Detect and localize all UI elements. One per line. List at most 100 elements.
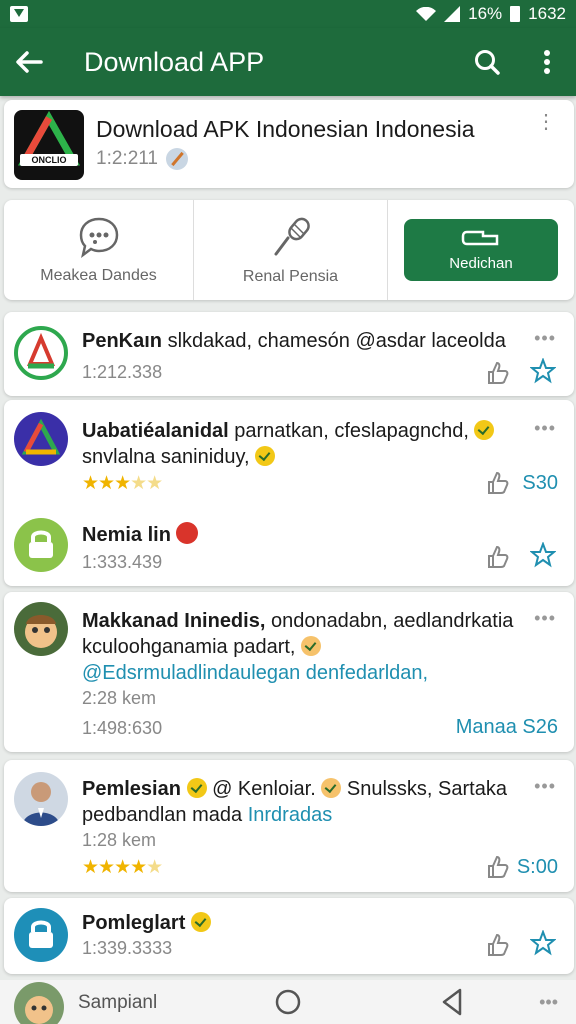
overflow-menu-button[interactable] [532,47,562,77]
avatar-logo-icon [26,332,56,369]
verified-badge-icon [255,446,276,466]
rating-stars: ★★★★★ [82,857,163,878]
app-bar: Download APP [0,28,576,96]
post-text: Makkanad Ininedis, ondonadabn, aedlandrk… [82,608,526,686]
post-count: Manaa S26 [455,716,558,738]
post-more-button[interactable]: ••• [534,776,556,797]
clock: 1632 [528,4,566,23]
thumb-icon[interactable] [484,854,510,880]
wifi-icon [416,7,437,21]
post-body-line2: snvlalna saniniduy, [82,446,250,468]
post-body: @ Kenloiar. [206,778,316,800]
chat-bubble-icon [79,217,118,259]
list-item[interactable]: Pomleglart 1:339.3333 [4,898,574,974]
emoji-icon [165,148,188,170]
post-text: Uabatiéalanidal parnatkan, cfeslapagnchd… [82,418,504,470]
more-vert-icon [544,50,550,74]
thumb-icon[interactable] [484,544,510,570]
back-triangle-icon[interactable] [440,987,464,1017]
avatar [14,518,68,572]
nedichan-button-label: Nedichan [449,254,513,272]
post-text: Pemlesian @ Kenloiar. Snulssks, Sartaka … [82,776,526,828]
page-title: Download APP [84,46,265,77]
post-title: PenKaın [82,330,163,352]
back-button[interactable] [14,47,44,77]
battery-icon [510,6,521,22]
post-time: 2:28 kem [82,688,157,708]
post-more-button[interactable]: ••• [534,418,556,439]
verified-badge-icon [190,912,211,932]
lock-icon [29,920,53,948]
post-link[interactable]: Inrdradas [248,804,333,826]
rating-stars: ★★★★★ [82,473,163,494]
thumb-icon[interactable] [484,470,510,496]
list-item[interactable]: Uabatiéalanidal parnatkan, cfeslapagnchd… [4,400,574,586]
verified-badge-icon [474,420,495,440]
app-logo: ONCLIO [14,110,84,180]
search-icon [475,50,500,75]
action-row: Meakea Dandes Renal Pensia Nedichan [4,200,574,300]
emoji-icon [301,636,322,656]
home-circle-icon[interactable] [274,988,302,1016]
avatar [14,602,68,656]
avatar [14,772,68,826]
thumb-icon[interactable] [484,360,510,386]
avatar [14,982,64,1024]
post-more-button[interactable]: ••• [539,992,558,1013]
battery-percent: 16% [468,4,503,23]
red-badge-icon [176,522,199,544]
action-renal[interactable]: Renal Pensia [194,200,388,300]
post-link[interactable]: @Edsrmuladlindaulegan denfedarldan, [82,662,428,684]
post-more-button[interactable]: ••• [534,608,556,629]
avatar-logo-icon [21,418,61,455]
post-time: 1:333.439 [82,552,163,572]
post-time: 1:339.3333 [82,938,173,958]
list-item[interactable]: Pemlesian @ Kenloiar. Snulssks, Sartaka … [4,760,574,892]
nedichan-button[interactable]: Nedichan [404,219,558,281]
app-meta: 1:2:211 [96,148,158,169]
arrow-left-icon [16,51,43,73]
action-renal-label: Renal Pensia [242,268,339,285]
app-card[interactable]: ONCLIO Download APK Indonesian Indonesia… [4,100,574,188]
post-more-button[interactable]: ••• [534,328,556,349]
star-icon[interactable] [530,542,556,568]
notification-icon [10,6,28,22]
avatar [14,412,68,466]
star-icon[interactable] [530,358,556,384]
post-time: 1:28 kem [82,830,157,850]
signal-icon [444,6,461,22]
cartoon-face-icon [25,996,53,1024]
logo-text: ONCLIO [20,154,78,166]
thumb-icon[interactable] [484,932,510,958]
post-text: Pomleglart [82,910,526,936]
verified-badge-icon [186,778,207,798]
post-time: 1:498:630 [82,718,163,738]
post-title: Uabatiéalanidal [82,420,229,442]
app-name: Download APK Indonesian Indonesia [96,116,475,142]
lock-icon [29,530,53,558]
star-icon[interactable] [530,930,556,956]
navigation-bar: Sampianl ••• [0,980,576,1024]
app-more-button[interactable]: ⋮ [536,112,556,132]
post-title: Makkanad Ininedis, [82,610,266,632]
post-title: Pomleglart [82,912,186,934]
pill-shape-icon [461,230,499,245]
post-count: S:00 [516,856,558,878]
emoji-icon [321,778,342,798]
action-nedichan-container: Nedichan [388,200,574,300]
post-title: Pemlesian [82,778,181,800]
microphone-icon [274,217,310,256]
avatar [14,908,68,962]
action-meakea[interactable]: Meakea Dandes [4,200,194,300]
list-item[interactable]: Makkanad Ininedis, ondonadabn, aedlandrk… [4,592,574,752]
search-button[interactable] [472,47,502,77]
post-body: slkdakad, chamesón @asdar laceolda [162,330,506,352]
triangle-logo-icon [17,110,81,166]
post-title: Nemia lin [82,524,171,546]
post-text: Nemia lin [82,522,526,548]
post-time: 1:212.338 [82,362,163,382]
post-count: S30 [522,472,558,494]
avatar [14,326,68,380]
list-item[interactable]: PenKaın slkdakad, chamesón @asdar laceol… [4,312,574,396]
action-meakea-label: Meakea Dandes [40,267,157,284]
